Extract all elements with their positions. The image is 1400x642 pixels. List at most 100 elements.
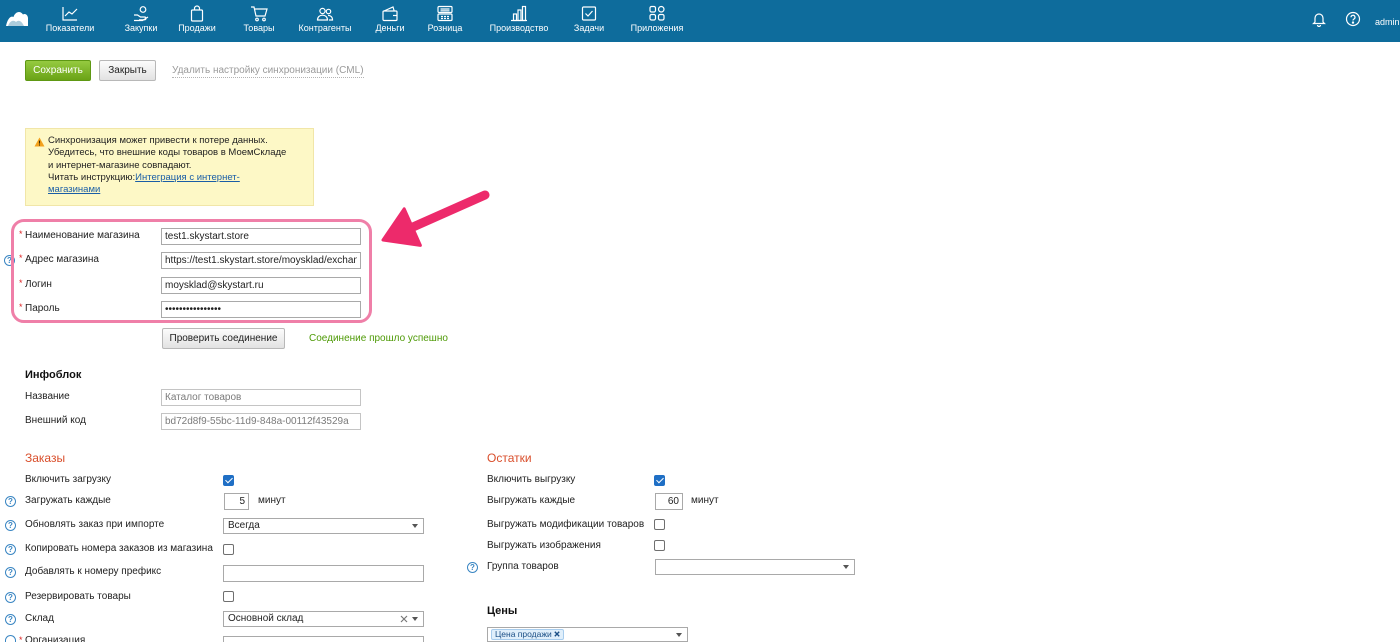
warehouse-select[interactable]: Основной склад — [223, 611, 424, 627]
chevron-down-icon — [676, 633, 682, 637]
nav-label: Задачи — [573, 23, 605, 33]
selected-value: Основной склад — [228, 613, 304, 624]
export-variants-label: Выгружать модификации товаров — [487, 519, 645, 530]
nav-item-apps[interactable]: Приложения — [622, 0, 692, 42]
help-icon[interactable] — [467, 562, 478, 573]
shop-name-input[interactable] — [161, 228, 361, 245]
password-label: Пароль — [25, 303, 60, 314]
orders-heading: Заказы — [25, 451, 66, 465]
nav-item-indicators[interactable]: Показатели — [35, 0, 105, 42]
prices-heading: Цены — [487, 605, 518, 617]
infoblock-name-label: Название — [25, 391, 70, 402]
nav-label: Показатели — [45, 23, 95, 33]
required-mark: * — [19, 635, 23, 642]
user-menu[interactable]: admin — [1375, 16, 1400, 28]
warning-instruction-line: Читать инструкцию:Интеграция с интернет-… — [48, 172, 273, 197]
close-button[interactable]: Закрыть — [99, 60, 156, 81]
nav-item-counterparties[interactable]: Контрагенты — [290, 0, 360, 42]
save-button[interactable]: Сохранить — [25, 60, 91, 81]
help-icon[interactable] — [4, 255, 15, 266]
nav-label: Товары — [243, 23, 275, 33]
product-group-label: Группа товаров — [487, 561, 559, 572]
moysklad-logo-icon[interactable] — [5, 9, 29, 27]
nav-item-sales[interactable]: Продажи — [162, 0, 232, 42]
chart-line-icon — [61, 5, 79, 22]
help-icon[interactable] — [5, 567, 16, 578]
instruction-prefix: Читать инструкцию: — [48, 171, 136, 183]
help-icon[interactable] — [5, 520, 16, 531]
nav-label: Производство — [489, 23, 549, 33]
import-every-label: Загружать каждые — [25, 495, 111, 506]
nav-item-tasks[interactable]: Задачи — [554, 0, 624, 42]
prefix-input[interactable] — [223, 565, 424, 582]
infoblock-heading: Инфоблок — [25, 369, 82, 381]
price-tag-label: Цена продажи — [495, 629, 552, 639]
help-icon[interactable] — [5, 592, 16, 603]
warning-line: и интернет-магазине совпадают. — [48, 159, 192, 171]
update-on-import-select[interactable]: Всегда — [223, 518, 424, 534]
nav-label: Продажи — [178, 23, 216, 33]
chevron-down-icon — [412, 617, 418, 621]
login-input[interactable] — [161, 277, 361, 294]
required-mark: * — [19, 278, 23, 288]
export-variants-checkbox[interactable] — [654, 519, 665, 530]
clear-x-icon[interactable] — [400, 615, 408, 623]
copy-numbers-label: Копировать номера заказов из магазина — [25, 543, 213, 554]
task-checkbox-icon — [580, 5, 598, 22]
import-interval-input[interactable] — [224, 493, 249, 510]
login-label: Логин — [25, 279, 52, 290]
password-input[interactable] — [161, 301, 361, 318]
export-every-label: Выгружать каждые — [487, 495, 576, 506]
help-icon[interactable] — [5, 544, 16, 555]
hand-coins-icon — [132, 5, 150, 22]
nav-item-production[interactable]: Производство — [484, 0, 554, 42]
price-tag: Цена продажи — [491, 629, 564, 640]
export-images-label: Выгружать изображения — [487, 540, 601, 551]
organization-label: Организация — [25, 635, 86, 642]
nav-label: Приложения — [630, 23, 684, 33]
prices-multiselect[interactable]: Цена продажи — [487, 627, 688, 642]
bell-icon[interactable] — [1311, 11, 1327, 27]
copy-numbers-checkbox[interactable] — [223, 544, 234, 555]
nav-label: Контрагенты — [298, 23, 352, 33]
shop-url-label: Адрес магазина — [25, 254, 99, 265]
wallet-icon — [381, 5, 399, 22]
enable-export-checkbox[interactable] — [654, 475, 665, 486]
prefix-label: Добавлять к номеру префикс — [25, 566, 162, 577]
enable-import-label: Включить загрузку — [25, 474, 111, 485]
help-icon[interactable] — [5, 496, 16, 507]
nav-item-products[interactable]: Товары — [224, 0, 294, 42]
cash-register-icon — [436, 5, 454, 22]
warning-text: Синхронизация может привести к потере да… — [48, 135, 308, 196]
enable-import-checkbox[interactable] — [223, 475, 234, 486]
export-interval-unit: минут — [691, 495, 719, 506]
warehouse-label: Склад — [25, 613, 54, 624]
warning-line: Убедитесь, что внешние коды товаров в Мо… — [48, 147, 287, 159]
selected-value: Всегда — [228, 520, 260, 531]
shopping-cart-icon — [250, 5, 268, 22]
chevron-down-icon — [843, 565, 849, 569]
question-circle-icon[interactable] — [1345, 11, 1361, 27]
help-icon[interactable] — [5, 635, 16, 642]
nav-item-retail[interactable]: Розница — [410, 0, 480, 42]
external-code-input — [161, 413, 361, 430]
delete-sync-settings-link[interactable]: Удалить настройку синхронизации (CML) — [172, 65, 364, 78]
infoblock-name-input — [161, 389, 361, 406]
remove-x-icon[interactable] — [554, 631, 560, 637]
warning-icon — [34, 137, 45, 147]
export-interval-input[interactable] — [655, 493, 683, 510]
stock-heading: Остатки — [487, 451, 532, 465]
connection-status: Соединение прошло успешно — [309, 333, 448, 344]
reserve-checkbox[interactable] — [223, 591, 234, 602]
shopping-bag-icon — [188, 5, 206, 22]
top-navigation-bar: Показатели Закупки Продажи Товары Контра… — [0, 0, 1400, 42]
organization-select[interactable] — [223, 636, 424, 642]
shop-url-input[interactable] — [161, 252, 361, 269]
external-code-label: Внешний код — [25, 415, 86, 426]
help-icon[interactable] — [5, 614, 16, 625]
reserve-label: Резервировать товары — [25, 591, 131, 602]
check-connection-button[interactable]: Проверить соединение — [162, 328, 285, 349]
bar-chart-icon — [510, 5, 528, 22]
product-group-select[interactable] — [655, 559, 855, 575]
export-images-checkbox[interactable] — [654, 540, 665, 551]
